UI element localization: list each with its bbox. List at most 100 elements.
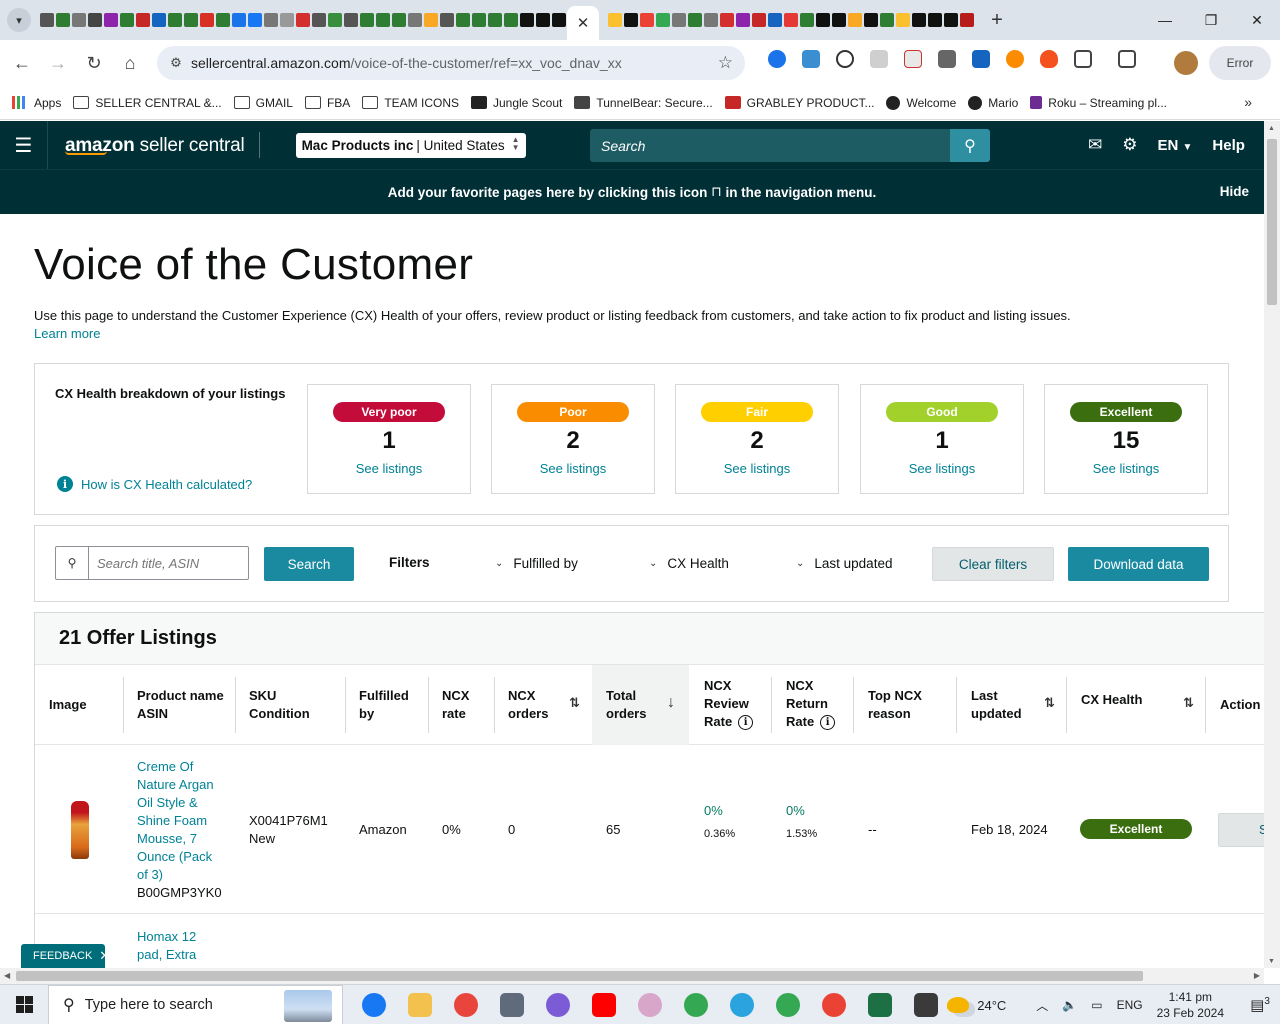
bookmark-welcome[interactable]: Welcome <box>886 95 956 110</box>
sticky-notes-icon[interactable] <box>914 992 938 1017</box>
bookmark-grabley[interactable]: GRABLEY PRODUCT... <box>724 96 874 110</box>
tab-favicon[interactable] <box>672 13 686 27</box>
off-extension-icon[interactable] <box>938 50 956 68</box>
app-icon[interactable] <box>638 992 662 1017</box>
row-action-button[interactable]: S <box>1218 813 1264 847</box>
profile-avatar[interactable] <box>1174 51 1198 75</box>
tab-favicon[interactable] <box>800 13 814 27</box>
tab-favicon[interactable] <box>736 13 750 27</box>
tab-favicon[interactable] <box>520 13 534 27</box>
download-data-button[interactable]: Download data <box>1068 547 1209 581</box>
tab-favicon[interactable] <box>816 13 830 27</box>
fulfilled-by-dropdown[interactable]: ⌄ Fulfilled by <box>495 556 578 571</box>
scroll-thumb[interactable] <box>1267 139 1277 305</box>
tab-favicon[interactable] <box>752 13 766 27</box>
mail-icon[interactable]: ✉ <box>1088 135 1102 155</box>
see-listings-link[interactable]: See listings <box>492 461 654 476</box>
windows-start-button[interactable] <box>0 985 48 1024</box>
tab-favicon[interactable] <box>88 13 102 27</box>
error-button[interactable]: Error <box>1209 46 1271 80</box>
tab-favicon[interactable] <box>848 13 862 27</box>
col-ncx-orders[interactable]: NCX orders <box>508 687 548 723</box>
col-ncx-review-rate[interactable]: NCX Review Rate i <box>704 677 754 731</box>
col-ncx-rate[interactable]: NCX rate <box>442 687 469 723</box>
bookmark-mario[interactable]: Mario <box>968 95 1018 110</box>
listing-search-input[interactable] <box>97 548 247 578</box>
tab-favicon[interactable] <box>704 13 718 27</box>
chart-extension-icon[interactable] <box>972 50 990 68</box>
tab-favicon[interactable] <box>344 13 358 27</box>
extension-icon[interactable] <box>768 50 786 68</box>
bookmark-seller-central[interactable]: SELLER CENTRAL &... <box>73 96 222 110</box>
hamburger-menu-icon[interactable]: ☰ <box>0 121 48 169</box>
tab-search-dropdown[interactable]: ▾ <box>7 8 31 32</box>
notifications-button[interactable]: ▤3 <box>1240 996 1280 1014</box>
col-total-orders[interactable]: Total orders <box>606 687 646 723</box>
tab-favicon[interactable] <box>200 13 214 27</box>
speaker-icon[interactable]: 🔈 <box>1062 998 1077 1012</box>
home-icon[interactable]: ⌂ <box>112 45 148 81</box>
tab-favicon[interactable] <box>120 13 134 27</box>
account-switcher[interactable]: Mac Products inc | United States ▲ ▼ <box>295 132 526 158</box>
tab-favicon[interactable] <box>624 13 638 27</box>
tab-favicon[interactable] <box>424 13 438 27</box>
bookmark-apps[interactable]: Apps <box>12 96 61 110</box>
tab-favicon[interactable] <box>312 13 326 27</box>
rs-extension-icon[interactable] <box>836 50 854 68</box>
feedback-tab[interactable]: FEEDBACK ✕ <box>21 944 110 968</box>
tab-favicon[interactable] <box>376 13 390 27</box>
tab-favicon[interactable] <box>688 13 702 27</box>
tab-favicon[interactable] <box>608 13 622 27</box>
col-fulfilled-by[interactable]: Fulfilled by <box>359 687 409 723</box>
seller-central-logo[interactable]: amazon seller central <box>65 135 245 156</box>
tab-favicon[interactable] <box>552 13 566 27</box>
facebook-icon[interactable] <box>362 992 386 1017</box>
tab-favicon[interactable] <box>152 13 166 27</box>
tab-favicon[interactable] <box>136 13 150 27</box>
cx-health-dropdown[interactable]: ⌄ CX Health <box>649 556 729 571</box>
clear-filters-button[interactable]: Clear filters <box>932 547 1054 581</box>
sort-updown-icon[interactable]: ⇅ <box>1044 695 1055 711</box>
tab-favicon[interactable] <box>248 13 262 27</box>
tab-favicon[interactable] <box>504 13 518 27</box>
col-cx-health[interactable]: CX Health <box>1081 691 1142 709</box>
product-name-link[interactable]: Creme Of Nature Argan Oil Style & Shine … <box>137 758 214 884</box>
calculator-icon[interactable] <box>500 992 524 1017</box>
fba-extension-icon[interactable] <box>802 50 820 68</box>
tab-favicon[interactable] <box>168 13 182 27</box>
chrome-profile-icon[interactable] <box>684 992 708 1017</box>
tab-close-icon[interactable]: ✕ <box>567 6 599 40</box>
flame-extension-icon[interactable] <box>1040 50 1058 68</box>
col-last-updated[interactable]: Last updated <box>971 687 1022 723</box>
tab-favicon[interactable] <box>264 13 278 27</box>
tab-favicon[interactable] <box>864 13 878 27</box>
network-icon[interactable]: ▭ <box>1091 998 1102 1012</box>
sort-descending-icon[interactable]: ↓ <box>667 694 675 712</box>
address-bar[interactable]: ⚙ sellercentral.amazon.com/voice-of-the-… <box>157 46 745 80</box>
info-icon[interactable]: i <box>738 715 754 731</box>
info-icon[interactable]: i <box>820 715 836 731</box>
tab-favicon[interactable] <box>536 13 550 27</box>
tab-favicon[interactable] <box>912 13 926 27</box>
tab-favicon[interactable] <box>296 13 310 27</box>
tab-favicon[interactable] <box>72 13 86 27</box>
language-selector[interactable]: EN ▼ <box>1158 137 1193 154</box>
horizontal-scrollbar[interactable]: ◀ ▶ <box>0 968 1264 984</box>
col-product-name[interactable]: Product name ASIN <box>137 687 224 723</box>
see-listings-link[interactable]: See listings <box>1045 461 1207 476</box>
tab-favicon[interactable] <box>656 13 670 27</box>
search-button[interactable]: Search <box>264 547 354 581</box>
taskbar-clock[interactable]: 1:41 pm 23 Feb 2024 <box>1157 989 1224 1021</box>
new-tab-plus-icon[interactable]: + <box>983 6 1011 34</box>
input-language[interactable]: ENG <box>1117 998 1143 1012</box>
tab-favicon[interactable] <box>328 13 342 27</box>
scroll-left-icon[interactable]: ◀ <box>4 971 10 980</box>
tab-favicon[interactable] <box>392 13 406 27</box>
tab-favicon[interactable] <box>232 13 246 27</box>
scroll-thumb[interactable] <box>16 971 1143 981</box>
extension-icon[interactable] <box>904 50 922 68</box>
close-icon[interactable]: ✕ <box>99 948 110 964</box>
scroll-right-icon[interactable]: ▶ <box>1254 971 1260 980</box>
chrome-icon[interactable] <box>454 992 478 1017</box>
header-search-button[interactable]: ⚲ <box>950 129 990 162</box>
